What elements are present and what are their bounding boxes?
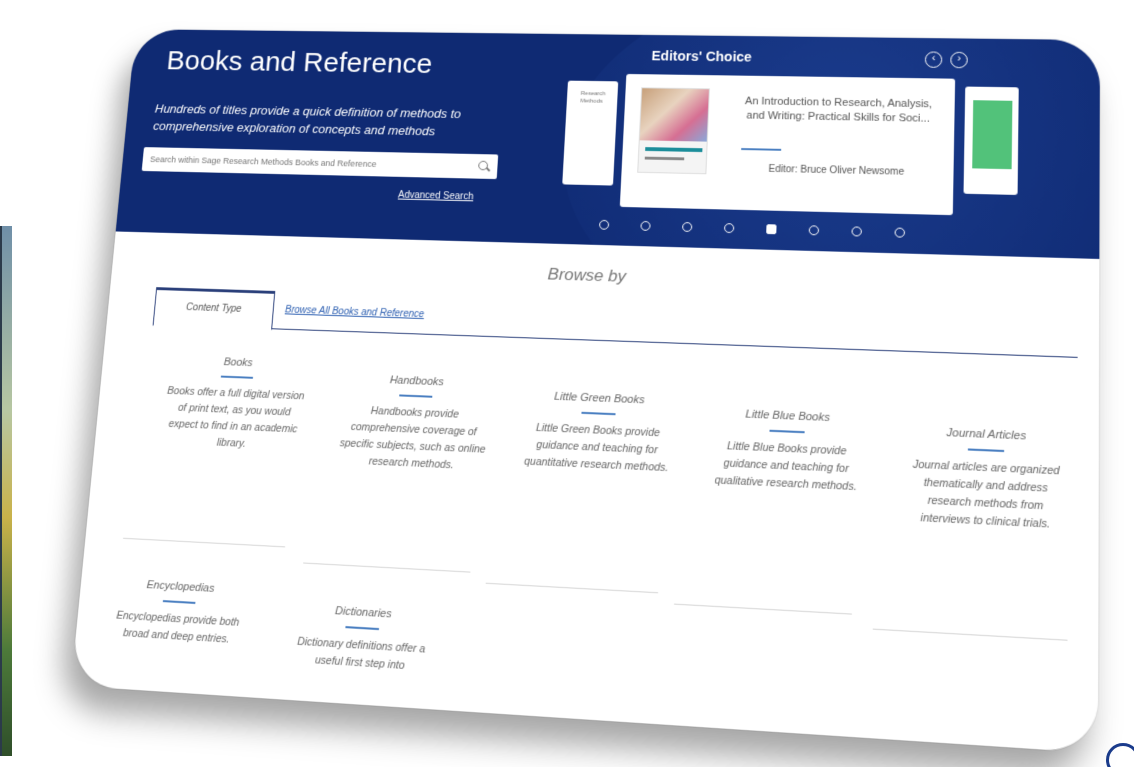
page-screenshot-card: Books and Reference Hundreds of titles p… bbox=[70, 29, 1100, 754]
carousel-dot[interactable] bbox=[682, 222, 693, 232]
carousel-dot[interactable] bbox=[640, 220, 651, 231]
content-type-description: Journal articles are organized thematica… bbox=[912, 458, 1060, 531]
content-type-title[interactable]: Little Green Books bbox=[524, 390, 674, 408]
content-type-item[interactable]: Little Blue Books Little Blue Books provi… bbox=[708, 407, 866, 497]
content-type-description: Handbooks provide comprehensive coverage… bbox=[339, 405, 486, 472]
carousel-card-current[interactable]: An Introduction to Research, Analysis, a… bbox=[619, 73, 956, 216]
previous-card-label: Research Methods bbox=[580, 91, 606, 105]
content-type-description: Books offer a full digital version of pr… bbox=[166, 385, 305, 450]
cover-title-bar bbox=[645, 147, 703, 153]
book-divider bbox=[741, 148, 782, 151]
page-title: Books and Reference bbox=[165, 45, 434, 80]
content-type-description: Little Blue Books provide guidance and t… bbox=[714, 440, 857, 494]
content-type-divider bbox=[581, 411, 616, 416]
content-type-item[interactable]: Journal Articles Journal articles are org… bbox=[905, 425, 1067, 534]
content-type-title[interactable]: Journal Articles bbox=[907, 425, 1067, 444]
content-type-item[interactable]: Handbooks Handbooks provide comprehensive… bbox=[338, 373, 491, 476]
content-type-item[interactable]: Dictionaries Dictionary definitions offer… bbox=[285, 602, 438, 677]
grid-separator bbox=[303, 562, 471, 573]
content-type-item[interactable]: Books Books offer a full digital version … bbox=[160, 354, 310, 455]
content-type-divider bbox=[769, 429, 805, 434]
carousel-next-icon[interactable]: › bbox=[950, 51, 968, 69]
content-type-title[interactable]: Handbooks bbox=[344, 373, 490, 390]
browse-tabs: Content Type Browse All Books and Refere… bbox=[152, 287, 1078, 358]
carousel-dot[interactable] bbox=[808, 225, 820, 236]
book-title[interactable]: An Introduction to Research, Analysis, a… bbox=[742, 95, 934, 127]
editors-choice-title: Editors' Choice bbox=[651, 48, 753, 65]
book-editor: Editor: Bruce Oliver Newsome bbox=[768, 164, 905, 178]
carousel-dot[interactable] bbox=[851, 226, 862, 237]
tab-content-type[interactable]: Content Type bbox=[152, 287, 276, 331]
hero-subtitle: Hundreds of titles provide a quick defin… bbox=[152, 101, 462, 139]
content-type-title[interactable]: Books bbox=[167, 354, 309, 371]
content-type-item[interactable]: Little Green Books Little Green Books pro… bbox=[520, 390, 674, 478]
content-type-divider bbox=[220, 375, 254, 379]
advanced-search-link[interactable]: Advanced Search bbox=[398, 190, 474, 202]
carousel-dot[interactable] bbox=[723, 223, 735, 234]
tab-browse-all[interactable]: Browse All Books and Reference bbox=[285, 305, 425, 320]
search-box[interactable] bbox=[141, 147, 499, 180]
content-type-description: Dictionary definitions offer a useful fi… bbox=[296, 635, 426, 673]
content-type-grid: Books Books offer a full digital version … bbox=[116, 353, 1088, 672]
grid-separator bbox=[123, 537, 286, 548]
book-cover-image[interactable] bbox=[637, 87, 710, 175]
carousel-dot[interactable] bbox=[766, 224, 777, 235]
grid-separator bbox=[485, 582, 659, 594]
content-type-divider bbox=[967, 448, 1005, 453]
carousel-dot[interactable] bbox=[598, 219, 610, 230]
search-input[interactable] bbox=[149, 154, 479, 172]
content-type-divider bbox=[162, 600, 196, 604]
content-type-divider bbox=[345, 626, 380, 631]
cover-photo bbox=[639, 88, 709, 142]
search-icon[interactable] bbox=[478, 161, 490, 173]
cover-author-line bbox=[644, 156, 685, 161]
background-photo-strip bbox=[0, 226, 12, 756]
content-type-title[interactable]: Dictionaries bbox=[289, 602, 437, 623]
carousel-card-next[interactable] bbox=[963, 86, 1019, 195]
editors-choice-carousel: Research Methods An Introduction to Rese… bbox=[561, 73, 1028, 227]
carousel-card-previous[interactable]: Research Methods bbox=[562, 80, 619, 186]
content-type-description: Little Green Books provide guidance and … bbox=[523, 421, 669, 475]
content-type-divider bbox=[399, 394, 433, 398]
next-card-cover bbox=[972, 100, 1013, 170]
hero-banner: Books and Reference Hundreds of titles p… bbox=[115, 29, 1100, 259]
content-type-item[interactable]: Encyclopedias Encyclopedias provide both … bbox=[104, 577, 253, 650]
content-type-title[interactable]: Little Blue Books bbox=[710, 407, 865, 426]
grid-separator bbox=[674, 603, 852, 615]
grid-separator bbox=[872, 628, 1068, 641]
carousel-prev-icon[interactable]: ‹ bbox=[924, 51, 943, 68]
corner-circle-icon bbox=[1106, 743, 1134, 767]
carousel-dot[interactable] bbox=[894, 227, 906, 238]
content-type-title[interactable]: Encyclopedias bbox=[109, 577, 253, 597]
content-type-description: Encyclopedias provide both broad and dee… bbox=[115, 609, 240, 646]
